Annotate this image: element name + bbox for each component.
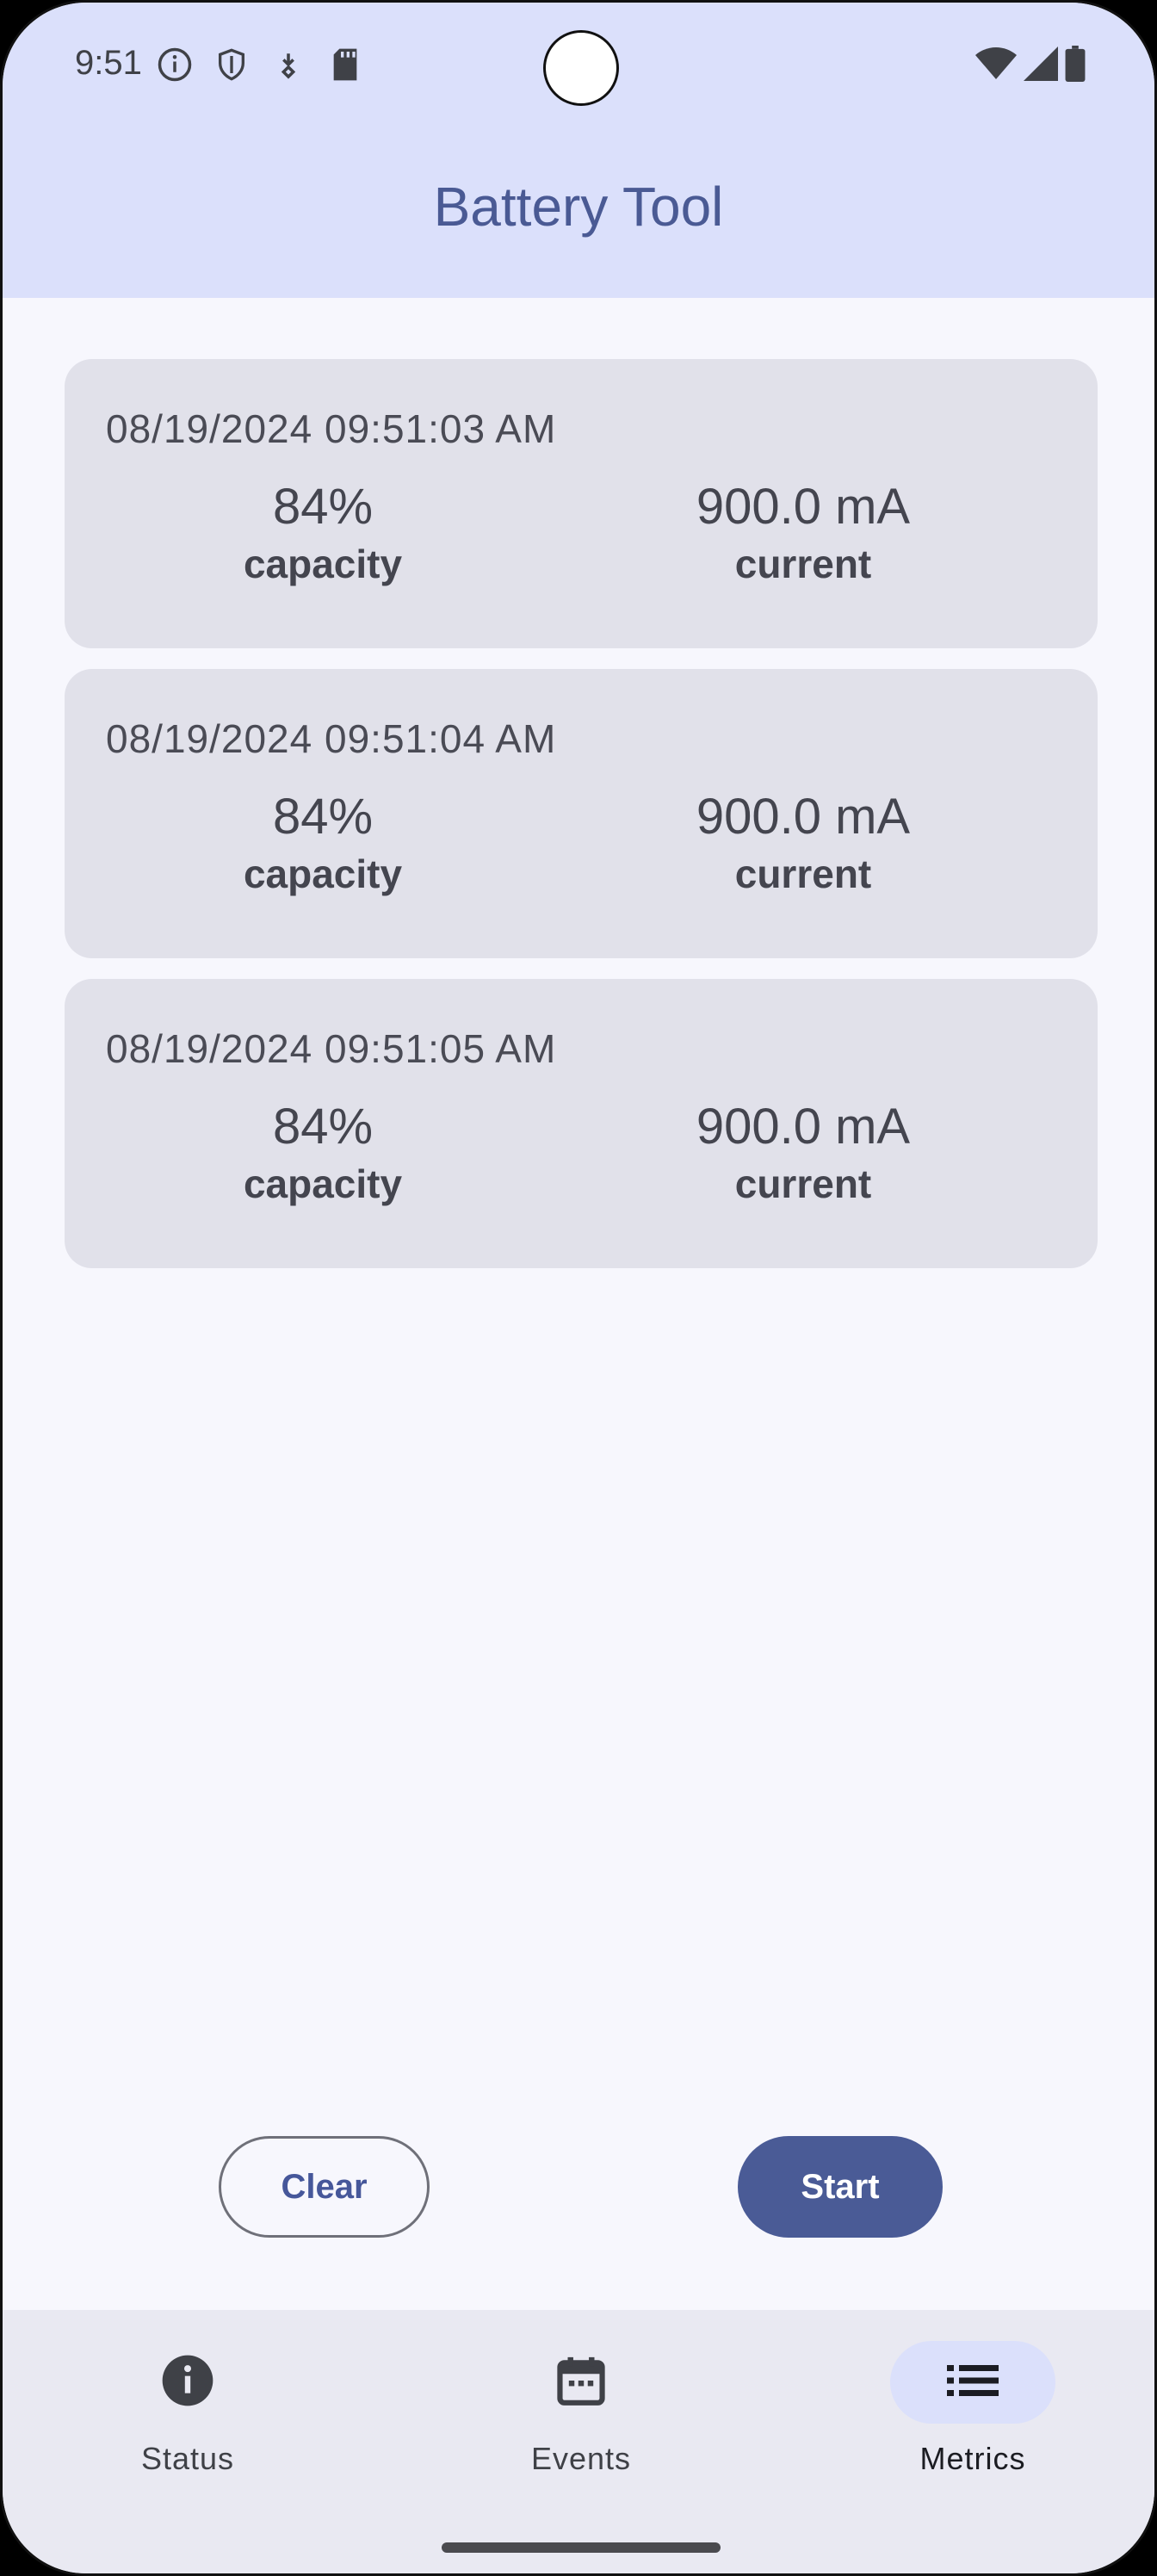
metric-timestamp: 08/19/2024 09:51:04 AM	[106, 716, 557, 761]
bottom-navigation-bar: Status Events Metrics	[3, 2310, 1154, 2573]
capacity-label: capacity	[243, 542, 403, 586]
metrics-list[interactable]: 08/19/2024 09:51:03 AM 84% capacity 900.…	[65, 359, 1098, 1289]
home-gesture-indicator[interactable]	[442, 2542, 721, 2553]
capacity-value: 84%	[272, 1099, 374, 1155]
status-system-icons	[975, 46, 1086, 86]
front-camera-cutout	[543, 30, 619, 106]
phone-screen: 9:51 Battery Tool 08/19/2024 09:51:03 AM…	[0, 0, 1157, 2576]
capacity-metric: 84% capacity	[159, 478, 486, 587]
start-button[interactable]: Start	[738, 2136, 943, 2238]
top-app-bar: 9:51 Battery Tool	[3, 3, 1154, 298]
current-label: current	[734, 1161, 872, 1206]
nav-label-status: Status	[140, 2441, 235, 2476]
metric-timestamp: 08/19/2024 09:51:05 AM	[106, 1026, 557, 1071]
info-icon	[160, 2353, 215, 2412]
nav-status-indicator	[105, 2341, 270, 2424]
capacity-metric: 84% capacity	[159, 788, 486, 897]
nav-item-events[interactable]: Events	[469, 2341, 693, 2477]
capacity-value: 84%	[272, 479, 374, 535]
current-value: 900.0 mA	[696, 479, 911, 535]
nav-item-metrics[interactable]: Metrics	[861, 2341, 1085, 2477]
download-location-icon	[269, 46, 307, 84]
shield-icon	[213, 46, 251, 84]
current-value: 900.0 mA	[696, 789, 911, 845]
capacity-label: capacity	[243, 851, 403, 896]
current-metric: 900.0 mA current	[640, 788, 967, 897]
metric-card: 08/19/2024 09:51:04 AM 84% capacity 900.…	[65, 669, 1098, 958]
current-metric: 900.0 mA current	[640, 478, 967, 587]
nav-item-status[interactable]: Status	[76, 2341, 300, 2477]
cellular-signal-icon	[1024, 46, 1058, 85]
nav-label-events: Events	[530, 2441, 632, 2476]
metric-card: 08/19/2024 09:51:05 AM 84% capacity 900.…	[65, 979, 1098, 1268]
nav-label-metrics: Metrics	[919, 2441, 1026, 2476]
status-time: 9:51	[75, 44, 142, 82]
wifi-icon	[975, 46, 1017, 85]
current-label: current	[734, 542, 872, 586]
nav-events-indicator	[498, 2341, 664, 2424]
nav-metrics-active-indicator	[890, 2341, 1055, 2424]
capacity-label: capacity	[243, 1161, 403, 1206]
metric-card: 08/19/2024 09:51:03 AM 84% capacity 900.…	[65, 359, 1098, 648]
current-metric: 900.0 mA current	[640, 1098, 967, 1207]
clear-button[interactable]: Clear	[219, 2136, 430, 2238]
status-notification-icons	[156, 46, 364, 84]
metric-timestamp: 08/19/2024 09:51:03 AM	[106, 406, 557, 451]
info-circle-icon	[156, 46, 194, 84]
status-bar: 9:51	[3, 3, 1154, 132]
current-value: 900.0 mA	[696, 1099, 911, 1155]
list-icon	[947, 2363, 999, 2402]
app-title: Battery Tool	[433, 176, 724, 238]
capacity-metric: 84% capacity	[159, 1098, 486, 1207]
capacity-value: 84%	[272, 789, 374, 845]
current-label: current	[734, 851, 872, 896]
sd-card-icon	[326, 46, 364, 84]
calendar-icon	[554, 2354, 608, 2412]
battery-icon	[1065, 46, 1086, 86]
